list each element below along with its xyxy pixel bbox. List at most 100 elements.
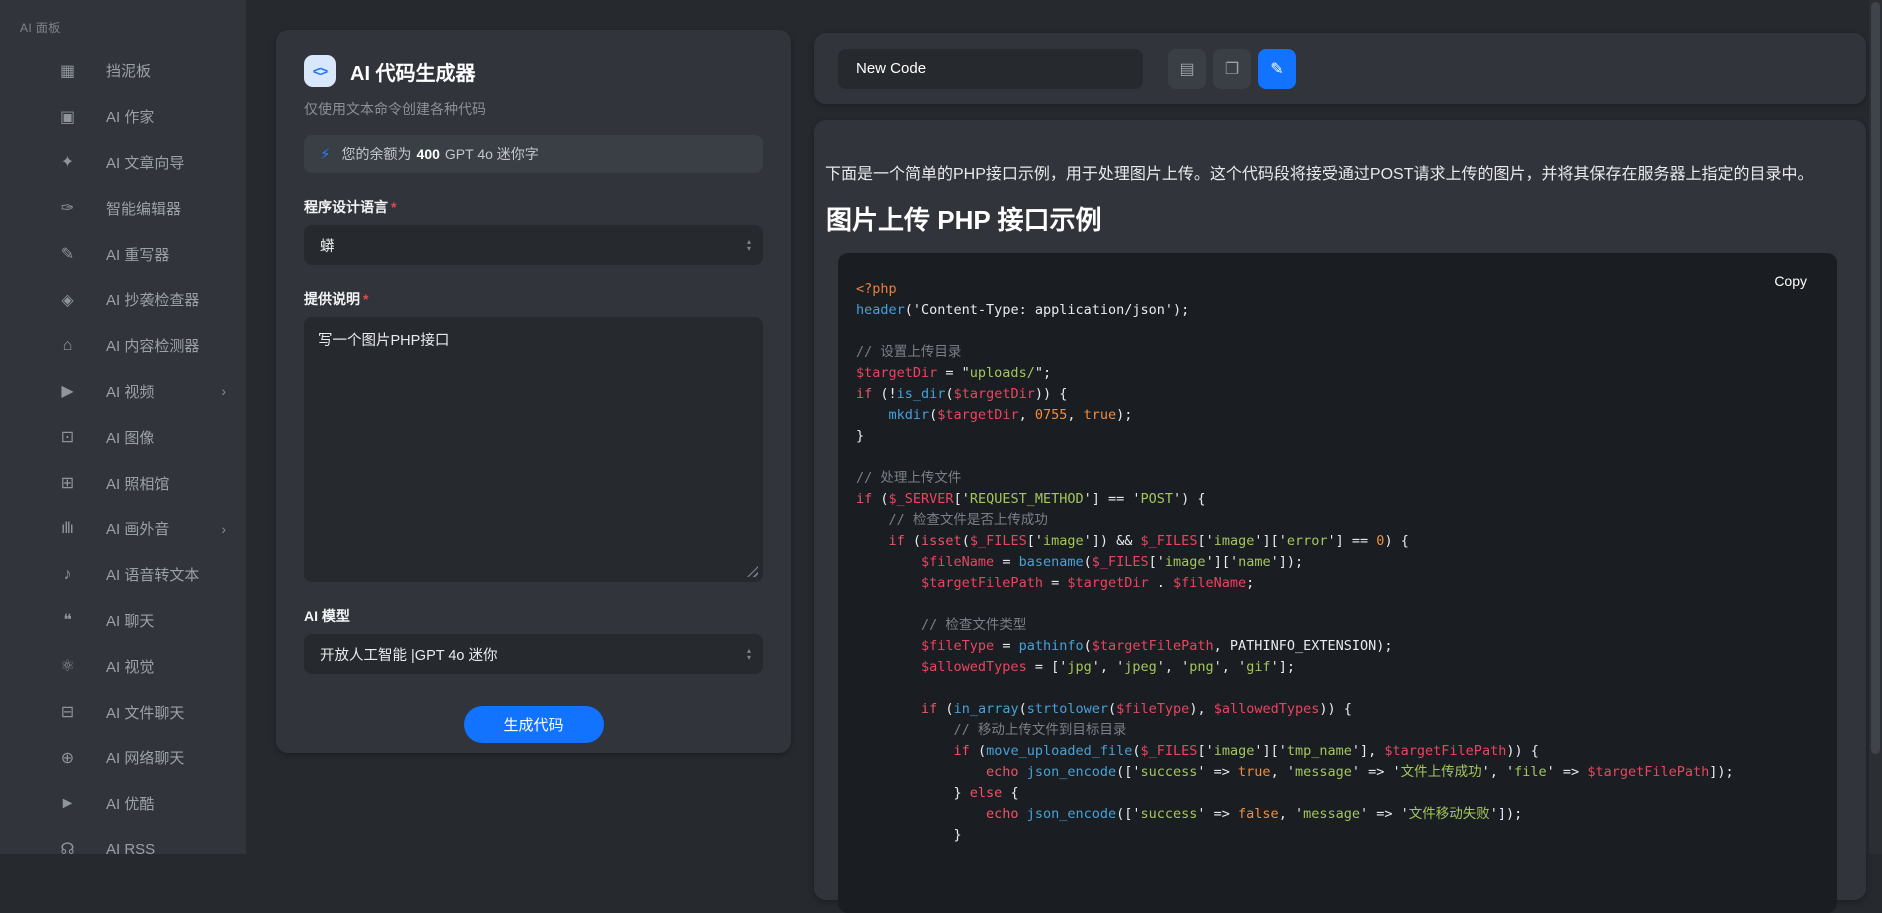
detector-icon: ⌂ bbox=[54, 337, 80, 355]
document-toolbar: ▤ ❐✎ bbox=[814, 33, 1866, 104]
sidebar-item-sparkles[interactable]: ✦AI 文章向导 bbox=[0, 140, 246, 186]
balance-prefix: 您的余额为 bbox=[342, 144, 412, 164]
select-updown-caret-icon: ▴▾ bbox=[747, 647, 751, 661]
code-line bbox=[856, 321, 1817, 342]
code-line: $targetDir = "uploads/"; bbox=[856, 363, 1817, 384]
sidebar-item-video-camera[interactable]: ▶ AI 视频 › bbox=[0, 369, 246, 415]
chip-icon: ▣ bbox=[54, 107, 80, 127]
balance-banner: ⚡ 您的余额为 400 GPT 4o 迷你字 bbox=[304, 135, 763, 173]
code-line: <?php bbox=[856, 279, 1817, 300]
sidebar-item-label: AI RSS bbox=[106, 841, 155, 858]
sidebar-item-chip[interactable]: ▣ AI 作家 bbox=[0, 94, 246, 140]
save-document-button[interactable]: ✎ bbox=[1258, 49, 1296, 89]
pencil-icon: ✎ bbox=[54, 244, 80, 264]
instructions-textarea[interactable]: 写一个图片PHP接口 bbox=[304, 317, 763, 582]
instructions-wrapper: 写一个图片PHP接口 bbox=[304, 317, 763, 582]
code-line: $targetFilePath = $targetDir . $fileName… bbox=[856, 573, 1817, 594]
sidebar-item-label: AI 文章向导 bbox=[106, 152, 184, 173]
feather-icon: ✑ bbox=[54, 198, 80, 218]
code-generator-panel: <> AI 代码生成器 仅使用文本命令创建各种代码 ⚡ 您的余额为 400 GP… bbox=[276, 30, 791, 753]
brain-icon: ⚛ bbox=[54, 656, 80, 676]
sidebar-item-image[interactable]: ⊡ AI 图像 bbox=[0, 414, 246, 460]
sidebar-item-brain[interactable]: ⚛ AI 视觉 bbox=[0, 643, 246, 689]
code-line bbox=[856, 678, 1817, 699]
code-line: // 移动上传文件到目标目录 bbox=[856, 720, 1817, 741]
page-subtitle: 仅使用文本命令创建各种代码 bbox=[304, 99, 763, 119]
sidebar-item-youtube[interactable]: ► AI 优酷 bbox=[0, 781, 246, 827]
sidebar-item-globe[interactable]: ⊕AI 网络聊天 bbox=[0, 735, 246, 781]
page-scrollbar[interactable] bbox=[1869, 0, 1882, 854]
video-camera-icon: ▶ bbox=[54, 381, 80, 401]
copy-document-button[interactable]: ❐ bbox=[1213, 49, 1251, 89]
sidebar-item-pencil[interactable]: ✎ AI 重写器 bbox=[0, 231, 246, 277]
scrollbar-thumb[interactable] bbox=[1871, 2, 1880, 754]
new-document-button[interactable]: ▤ bbox=[1168, 49, 1206, 89]
code-line: if (move_uploaded_file($_FILES['image'][… bbox=[856, 741, 1817, 762]
code-line bbox=[856, 447, 1817, 468]
sidebar-item-rss[interactable]: ☊ AI RSS bbox=[0, 827, 246, 873]
sidebar-nav: ▦ 挡泥板 ▣ AI 作家 ✦AI 文章向导 ✑ 智能编辑器 ✎ AI 重写器 ◈ AI 抄袭检查器… bbox=[0, 48, 246, 872]
sidebar-item-label: 挡泥板 bbox=[106, 60, 151, 81]
speech-to-text-icon: ♪ bbox=[54, 566, 80, 584]
code-line: header('Content-Type: application/json')… bbox=[856, 300, 1817, 321]
model-field-label: AI 模型 bbox=[304, 606, 763, 626]
select-updown-caret-icon: ▴▾ bbox=[747, 238, 751, 252]
sidebar-item-dashboard[interactable]: ▦ 挡泥板 bbox=[0, 48, 246, 94]
model-select[interactable]: 开放人工智能 |GPT 4o 迷你 ▴▾ bbox=[304, 634, 763, 674]
generator-header: <> AI 代码生成器 bbox=[304, 55, 763, 87]
chevron-right-icon: › bbox=[221, 383, 226, 399]
sidebar-item-label: AI 内容检测器 bbox=[106, 335, 199, 356]
chevron-right-icon: › bbox=[221, 521, 226, 537]
generated-output-panel: 下面是一个简单的PHP接口示例，用于处理图片上传。这个代码段将接受通过POST请… bbox=[814, 120, 1866, 900]
output-intro-text: 下面是一个简单的PHP接口示例，用于处理图片上传。这个代码段将接受通过POST请… bbox=[825, 160, 1837, 184]
code-line: $fileName = basename($_FILES['image']['n… bbox=[856, 552, 1817, 573]
language-field-label: 程序设计语言* bbox=[304, 197, 763, 217]
sidebar-item-label: AI 语音转文本 bbox=[106, 564, 199, 585]
sidebar-item-feather[interactable]: ✑ 智能编辑器 bbox=[0, 185, 246, 231]
sidebar-item-photo-gallery[interactable]: ⊞ AI 照相馆 bbox=[0, 460, 246, 506]
sidebar-item-label: AI 抄袭检查器 bbox=[106, 289, 199, 310]
sidebar-item-label: AI 视觉 bbox=[106, 656, 154, 677]
toolbar-buttons: ▤ ❐✎ bbox=[1143, 49, 1296, 89]
sidebar-item-label: AI 照相馆 bbox=[106, 473, 169, 494]
rss-icon: ☊ bbox=[54, 839, 80, 859]
code-line bbox=[856, 594, 1817, 615]
language-select[interactable]: 蟒 ▴▾ bbox=[304, 225, 763, 265]
sidebar-item-label: AI 图像 bbox=[106, 427, 154, 448]
code-line: } else { bbox=[856, 783, 1817, 804]
document-icon: ▤ bbox=[1179, 59, 1194, 79]
code-brackets-icon: <> bbox=[304, 55, 336, 87]
required-asterisk: * bbox=[363, 291, 368, 307]
photo-gallery-icon: ⊞ bbox=[54, 473, 80, 493]
youtube-icon: ► bbox=[54, 795, 80, 813]
code-line: $allowedTypes = ['jpg', 'jpeg', 'png', '… bbox=[856, 657, 1817, 678]
code-line: echo json_encode(['success' => false, 'm… bbox=[856, 804, 1817, 825]
sidebar-item-label: AI 聊天 bbox=[106, 610, 154, 631]
image-icon: ⊡ bbox=[54, 427, 80, 447]
sidebar-item-speech-to-text[interactable]: ♪ AI 语音转文本 bbox=[0, 552, 246, 598]
waveform-icon: ıllı bbox=[54, 520, 80, 538]
code-line: // 检查文件是否上传成功 bbox=[856, 510, 1817, 531]
sidebar-item-label: AI 作家 bbox=[106, 106, 154, 127]
dashboard-icon: ▦ bbox=[54, 61, 80, 81]
page-title: AI 代码生成器 bbox=[350, 57, 476, 86]
code-block: Copy <?phpheader('Content-Type: applicat… bbox=[838, 253, 1837, 913]
code-line: // 设置上传目录 bbox=[856, 342, 1817, 363]
generate-code-button[interactable]: 生成代码 bbox=[464, 706, 604, 743]
document-title-input[interactable] bbox=[838, 49, 1143, 89]
sidebar-item-label: AI 重写器 bbox=[106, 244, 169, 265]
folder-chat-icon: ⊟ bbox=[54, 702, 80, 722]
sidebar-item-folder-chat[interactable]: ⊟AI 文件聊天 bbox=[0, 689, 246, 735]
sidebar-item-shield-check[interactable]: ◈ AI 抄袭检查器 bbox=[0, 277, 246, 323]
sidebar-item-label: AI 视频 bbox=[106, 381, 154, 402]
sidebar-item-detector[interactable]: ⌂ AI 内容检测器 bbox=[0, 323, 246, 369]
sidebar-item-label: 智能编辑器 bbox=[106, 198, 181, 219]
language-select-value: 蟒 bbox=[320, 235, 335, 256]
sidebar: AI 面板 ▦ 挡泥板 ▣ AI 作家 ✦AI 文章向导 ✑ 智能编辑器 ✎ AI 重写器 ◈ AI… bbox=[0, 0, 246, 854]
sidebar-section-label: AI 面板 bbox=[20, 19, 61, 36]
sidebar-item-waveform[interactable]: ıllıAI 画外音› bbox=[0, 506, 246, 552]
copy-code-button[interactable]: Copy bbox=[1774, 273, 1807, 289]
shield-check-icon: ◈ bbox=[54, 290, 80, 310]
sidebar-item-chat-bubble[interactable]: ❝AI 聊天 bbox=[0, 598, 246, 644]
sidebar-item-label: AI 优酷 bbox=[106, 793, 154, 814]
